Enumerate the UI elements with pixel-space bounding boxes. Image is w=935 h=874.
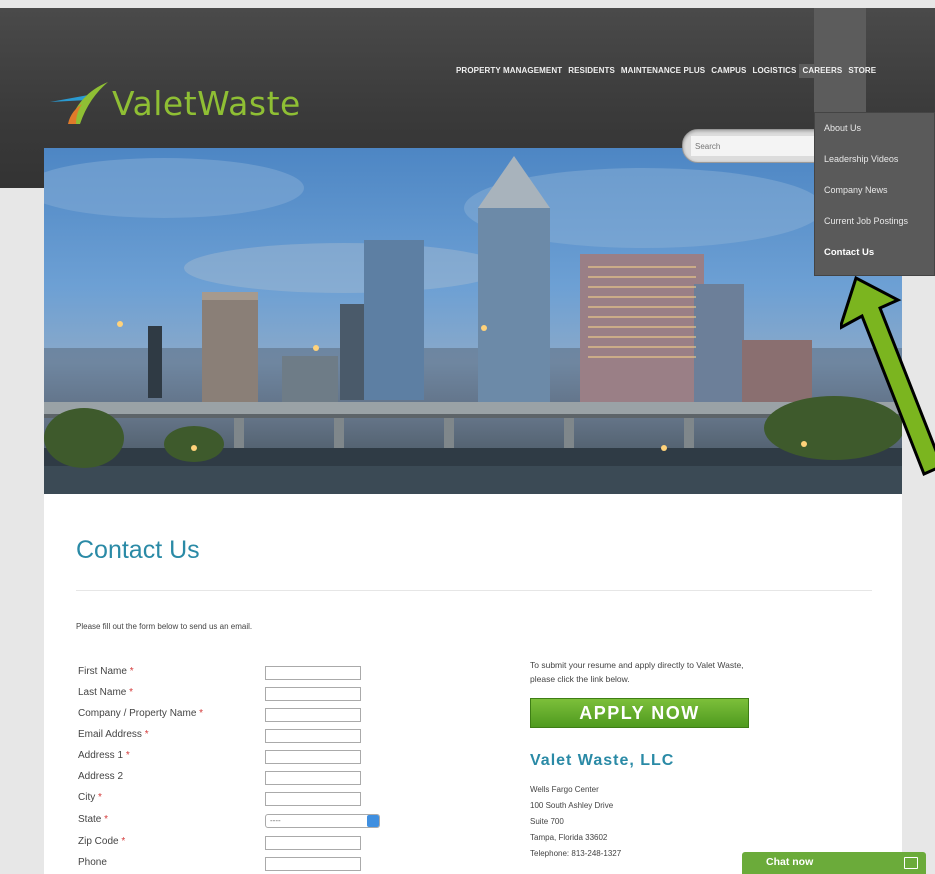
nav-careers[interactable]: CAREERS xyxy=(799,64,846,78)
state-select-value: ---- xyxy=(270,816,281,825)
resume-text-line-2: please click the link below. xyxy=(530,674,630,684)
field-label: Address 2 xyxy=(78,771,124,782)
menu-item-current-job-postings[interactable]: Current Job Postings xyxy=(815,206,934,237)
nav-campus[interactable]: CAMPUS xyxy=(708,64,749,78)
resume-text-line-1: To submit your resume and apply directly… xyxy=(530,660,744,670)
nav-logistics[interactable]: LOGISTICS xyxy=(749,64,799,78)
logo-mark-icon xyxy=(50,82,108,124)
first-name-field[interactable] xyxy=(265,666,361,680)
required-marker: * xyxy=(104,814,109,825)
required-marker: * xyxy=(129,687,134,698)
company-address: Wells Fargo Center 100 South Ashley Driv… xyxy=(530,782,621,862)
zip-code-field[interactable] xyxy=(265,836,361,850)
site-logo[interactable]: ValetWaste xyxy=(48,78,301,128)
apply-now-button[interactable]: APPLY NOW xyxy=(530,698,749,728)
address-line: Suite 700 xyxy=(530,817,564,826)
chat-window-icon[interactable] xyxy=(904,857,918,869)
nav-property-management[interactable]: PROPERTY MANAGEMENT xyxy=(453,64,565,78)
title-divider xyxy=(76,590,872,591)
skyline-illustration xyxy=(44,156,902,494)
required-marker: * xyxy=(125,750,130,761)
logo-text: ValetWaste xyxy=(112,83,301,123)
phone-field[interactable] xyxy=(265,857,361,871)
main-nav: PROPERTY MANAGEMENT RESIDENTS MAINTENANC… xyxy=(453,64,879,78)
company-name: Valet Waste, LLC xyxy=(530,752,675,769)
hero-skyline-image xyxy=(44,148,902,494)
form-intro: Please fill out the form below to send u… xyxy=(76,622,253,631)
city-field[interactable] xyxy=(265,792,361,806)
state-select[interactable]: ---- xyxy=(265,814,380,828)
menu-item-company-news[interactable]: Company News xyxy=(815,175,934,206)
address-line: Wells Fargo Center xyxy=(530,785,599,794)
field-label: State xyxy=(78,814,102,825)
nav-residents[interactable]: RESIDENTS xyxy=(565,64,618,78)
address-line: 100 South Ashley Drive xyxy=(530,801,614,810)
address-line: Telephone: 813-248-1327 xyxy=(530,849,622,858)
address-line: Tampa, Florida 33602 xyxy=(530,833,608,842)
search-input[interactable] xyxy=(691,136,821,156)
field-label: Address 1 xyxy=(78,750,124,761)
last-name-field[interactable] xyxy=(265,687,361,701)
select-arrows-icon xyxy=(367,815,379,827)
field-label: Zip Code xyxy=(78,836,119,847)
required-marker: * xyxy=(199,708,204,719)
field-label: Company / Property Name xyxy=(78,708,197,719)
page: ValetWaste PROPERTY MANAGEMENT RESIDENTS… xyxy=(0,0,935,874)
field-label: First Name xyxy=(78,666,127,677)
apply-section: To submit your resume and apply directly… xyxy=(530,658,800,858)
company-name-field[interactable] xyxy=(265,708,361,722)
field-label: Phone xyxy=(78,857,107,868)
field-label: City xyxy=(78,792,96,803)
field-label: Email Address xyxy=(78,729,142,740)
nav-maintenance-plus[interactable]: MAINTENANCE PLUS xyxy=(618,64,708,78)
field-label: Last Name xyxy=(78,687,127,698)
contact-content: Contact Us Please fill out the form belo… xyxy=(44,494,902,874)
address-1-field[interactable] xyxy=(265,750,361,764)
nav-store[interactable]: STORE xyxy=(845,64,879,78)
careers-tab-highlight xyxy=(814,8,866,112)
required-marker: * xyxy=(144,729,149,740)
required-marker: * xyxy=(121,836,126,847)
menu-item-about-us[interactable]: About Us xyxy=(815,113,934,144)
page-title: Contact Us xyxy=(76,536,200,564)
menu-item-contact-us[interactable]: Contact Us xyxy=(815,237,934,268)
resume-instructions: To submit your resume and apply directly… xyxy=(530,658,800,686)
email-field[interactable] xyxy=(265,729,361,743)
menu-item-leadership-videos[interactable]: Leadership Videos xyxy=(815,144,934,175)
careers-dropdown-menu: About Us Leadership Videos Company News … xyxy=(814,112,935,276)
address-2-field[interactable] xyxy=(265,771,361,785)
required-marker: * xyxy=(129,666,134,677)
chat-widget[interactable]: Chat now xyxy=(742,852,926,874)
required-marker: * xyxy=(98,792,102,803)
chat-label: Chat now xyxy=(766,856,814,868)
